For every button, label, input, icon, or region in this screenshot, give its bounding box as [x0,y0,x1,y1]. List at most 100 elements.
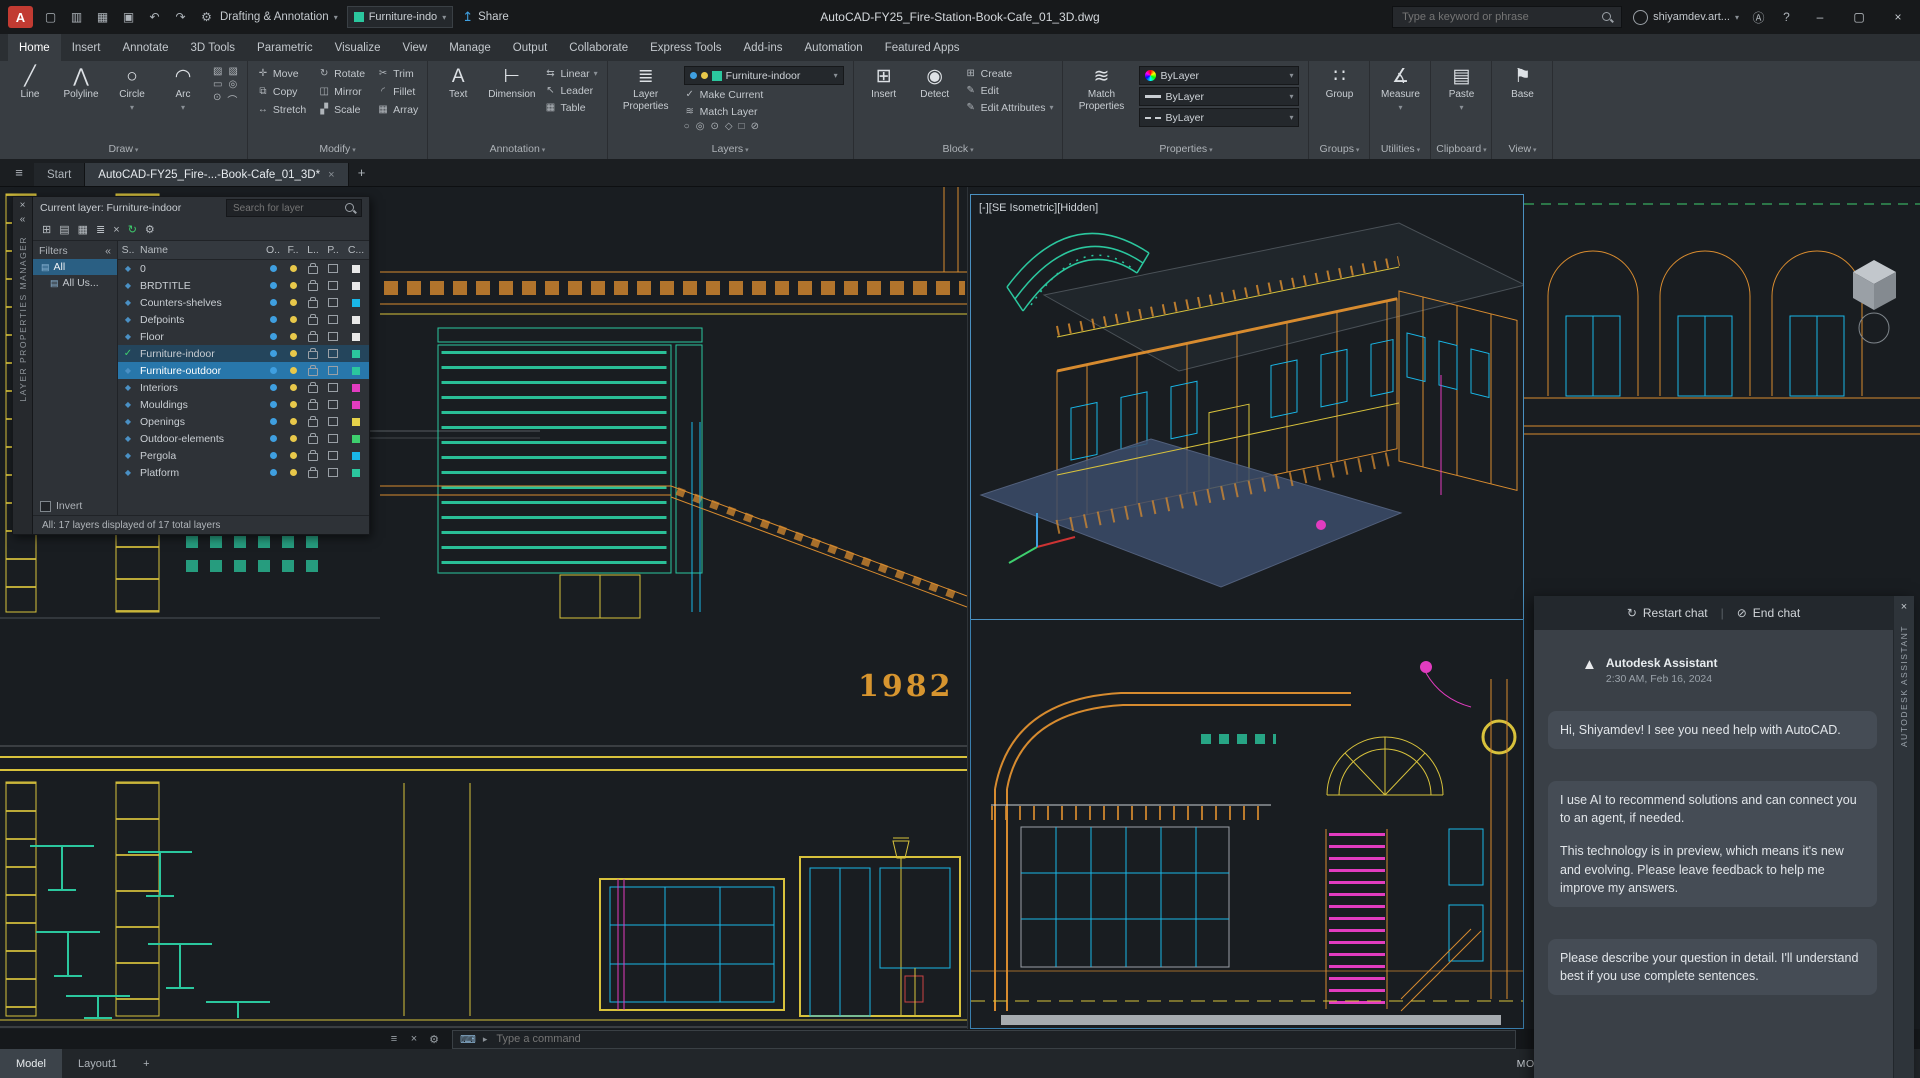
layer-on-icon[interactable] [269,282,277,289]
edit-attributes-button[interactable]: ✎ Edit Attributes ▾ [965,100,1053,115]
new-group-filter-icon[interactable]: ▤ [59,223,69,236]
command-input[interactable] [494,1032,1508,1046]
layer-row-brdtitle[interactable]: ◆ BRDTITLE [118,277,369,294]
undo-icon[interactable]: ↶ [146,10,163,24]
layer-on-icon[interactable] [269,299,277,306]
viewcube[interactable] [1853,260,1896,344]
lineweight-dropdown[interactable]: ByLayer ▾ [1139,87,1300,106]
layer-freeze-icon[interactable] [289,333,297,340]
iso-viewport[interactable]: [-][SE Isometric][Hidden] [970,194,1527,620]
layer-plot-icon[interactable] [328,417,338,426]
text-button[interactable]: A Text [437,66,479,101]
layer-on-icon[interactable] [269,418,277,425]
panel-annotation-label[interactable]: Annotation [428,142,606,159]
layer-row-outdoor-elements[interactable]: ◆ Outdoor-elements [118,430,369,447]
layer-row-openings[interactable]: ◆ Openings [118,413,369,430]
ribbon-tab-view[interactable]: View [391,34,438,61]
search-icon[interactable] [1601,11,1614,24]
layer-off-icon[interactable]: ○ [684,121,690,132]
layer-on-icon[interactable] [269,452,277,459]
rectangle-icon[interactable]: ▭ [213,79,222,90]
layer-on-icon[interactable] [269,384,277,391]
minimize-button[interactable]: – [1806,10,1834,24]
layer-row-counters-shelves[interactable]: ◆ Counters-shelves [118,294,369,311]
layer-plot-icon[interactable] [328,349,338,358]
open-file-icon[interactable]: ▥ [68,10,85,24]
layer-row-pergola[interactable]: ◆ Pergola [118,447,369,464]
table-button[interactable]: ▦ Table [544,100,597,115]
ribbon-tab-collaborate[interactable]: Collaborate [558,34,639,61]
workspace-switcher[interactable]: ⚙ Drafting & Annotation ▾ [198,10,338,24]
layer-lock-icon[interactable] [308,467,318,478]
layer-plot-icon[interactable] [328,315,338,324]
layer-plot-icon[interactable] [328,281,338,290]
new-layout-button[interactable]: + [133,1058,159,1070]
object-color-dropdown[interactable]: ByLayer ▾ [1139,66,1300,85]
layer-lock-icon[interactable]: ◇ [725,121,733,132]
panel-utilities-label[interactable]: Utilities [1370,142,1430,159]
layer-lock-icon[interactable] [308,348,318,359]
layer-color-swatch[interactable] [352,400,360,409]
layer-lock-icon[interactable] [308,297,318,308]
palette-close-icon[interactable]: × [20,200,26,211]
layer-lock-icon[interactable] [308,382,318,393]
layer-color-swatch[interactable] [352,383,360,392]
point-icon[interactable]: ⊙ [213,92,221,107]
layer-freeze-icon[interactable] [289,350,297,357]
spline-icon[interactable]: ⌒ [227,92,237,107]
model-tab[interactable]: Model [0,1049,62,1078]
save-icon[interactable]: ▦ [94,10,111,24]
palette-autohide-icon[interactable]: « [20,214,26,225]
layer-freeze-icon[interactable] [289,316,297,323]
quick-layer-dropdown[interactable]: Furniture-indo ▾ [346,6,454,28]
ribbon-tab-3d-tools[interactable]: 3D Tools [180,34,247,61]
gradient-icon[interactable]: ▧ [228,66,237,77]
layer-on-icon[interactable] [269,265,277,272]
command-line[interactable]: ⌨ ▸ [452,1029,1516,1049]
layer-lock-icon[interactable] [308,263,318,274]
layer-lock-icon[interactable] [308,314,318,325]
layer-isolate-icon[interactable]: ◎ [696,121,705,132]
layer-on-icon[interactable] [269,401,277,408]
ribbon-tab-add-ins[interactable]: Add-ins [733,34,794,61]
circle-button[interactable]: ○ Circle ▾ [111,66,153,112]
leader-button[interactable]: ↖ Leader [544,83,597,98]
share-button[interactable]: ↥ Share [462,9,509,25]
autocad-logo-icon[interactable]: A [8,6,33,28]
ribbon-tab-visualize[interactable]: Visualize [324,34,392,61]
panel-block-label[interactable]: Block [854,142,1063,159]
layer-states-icon[interactable]: ≣ [96,223,105,236]
layer-freeze-icon[interactable] [289,452,297,459]
array-button[interactable]: ▦ Array [377,102,418,117]
iso-viewport-drawing[interactable]: [-][SE Isometric][Hidden] [971,195,1527,619]
layer-freeze-icon[interactable] [289,401,297,408]
match-layer-button[interactable]: ≋ Match Layer [684,104,844,119]
hatch-icon[interactable]: ▨ [213,66,222,77]
layer-color-swatch[interactable] [352,332,360,341]
refresh-icon[interactable]: ↻ [128,223,137,236]
layer-color-swatch[interactable] [352,366,360,375]
layer-on-icon[interactable] [269,350,277,357]
search-input[interactable] [1400,10,1596,24]
layer-freeze-icon[interactable] [289,435,297,442]
layer-row-platform[interactable]: ◆ Platform [118,464,369,481]
layer-lock-icon[interactable] [308,399,318,410]
layer-lock-icon[interactable] [308,433,318,444]
layer-on-icon[interactable] [269,333,277,340]
create-block-button[interactable]: ⊞ Create [965,66,1054,81]
layer-lock-icon[interactable] [308,416,318,427]
layer-properties-button[interactable]: ≣ Layer Properties [617,66,675,112]
layer-search-input[interactable] [231,201,341,215]
layer-plot-icon[interactable] [328,332,338,341]
layer-row-0[interactable]: ◆ 0 [118,260,369,277]
layer-lock-icon[interactable] [308,280,318,291]
rotate-button[interactable]: ↻ Rotate [318,66,365,81]
layer-color-swatch[interactable] [352,451,360,460]
restart-chat-button[interactable]: ↻ Restart chat [1627,606,1708,620]
mirror-button[interactable]: ◫ Mirror [318,84,365,99]
layer-plot-icon[interactable] [328,451,338,460]
file-tab-menu-icon[interactable]: ≡ [4,159,34,186]
invert-filter-checkbox[interactable]: Invert [33,497,117,515]
plot-icon[interactable]: ▣ [120,10,137,24]
layer-plot-icon[interactable] [328,400,338,409]
